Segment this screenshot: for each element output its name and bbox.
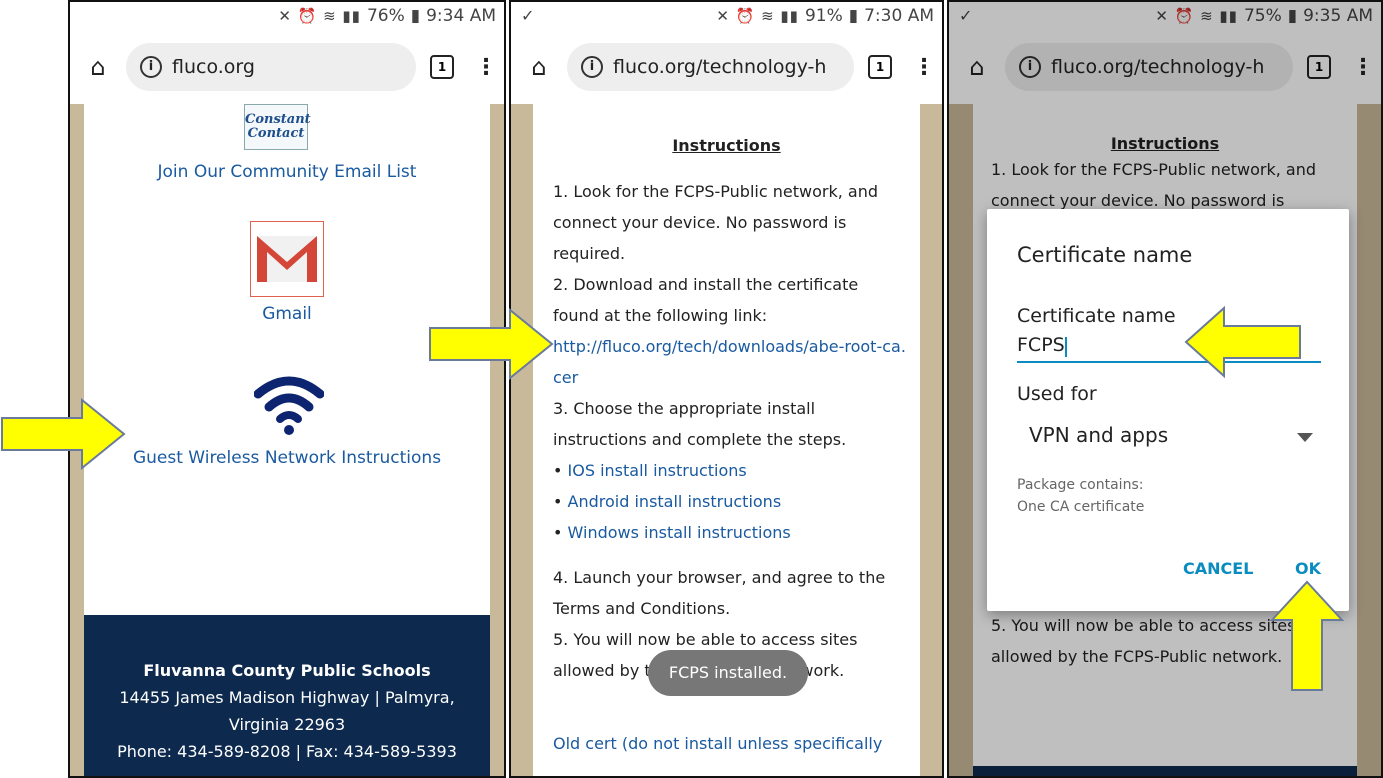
step-2: 2. Download and install the certificate … xyxy=(553,275,859,325)
arrow-left-icon xyxy=(1184,306,1301,378)
step-4: 4. Launch your browser, and agree to the… xyxy=(553,568,886,618)
old-cert-link[interactable]: Old cert (do not install unless specific… xyxy=(553,728,906,759)
arrow-up-icon xyxy=(1270,580,1344,691)
list-item: • IOS install instructions xyxy=(553,461,747,480)
url-text: fluco.org/technology-h xyxy=(613,56,827,78)
footer-address-line1: 14455 James Madison Highway | Palmyra, xyxy=(119,688,455,707)
overflow-menu-icon[interactable]: ⋮ xyxy=(468,55,504,80)
gmail-icon xyxy=(257,236,317,282)
arrow-right-icon xyxy=(429,308,554,380)
android-instructions-link[interactable]: Android install instructions xyxy=(568,492,782,511)
status-bar: ✕ ⏰ ≋ ▮▮ 76% ▮ 9:34 AM xyxy=(70,2,504,30)
text-cursor xyxy=(1064,336,1067,357)
phone-screenshot-1: ✕ ⏰ ≋ ▮▮ 76% ▮ 9:34 AM ⌂ i fluco.org 1 ⋮… xyxy=(68,0,506,778)
guest-wireless-link[interactable]: Guest Wireless Network Instructions xyxy=(84,448,490,468)
ios-instructions-link[interactable]: IOS install instructions xyxy=(568,461,747,480)
overflow-menu-icon[interactable]: ⋮ xyxy=(906,55,942,80)
address-bar[interactable]: i fluco.org/technology-h xyxy=(567,43,854,91)
status-bar: ✓ ✕ ⏰ ≋ ▮▮ 91% ▮ 7:30 AM xyxy=(511,2,942,30)
clock: 9:34 AM xyxy=(426,6,496,26)
list-item: • Android install instructions xyxy=(553,492,782,511)
address-bar[interactable]: i fluco.org xyxy=(126,43,416,91)
home-icon[interactable]: ⌂ xyxy=(70,53,126,81)
url-text: fluco.org xyxy=(172,56,255,78)
browser-toolbar: ⌂ i fluco.org 1 ⋮ xyxy=(70,30,504,104)
status-icons: ✕ ⏰ ≋ ▮▮ xyxy=(716,7,799,25)
battery-icon: ▮ xyxy=(848,6,859,26)
gmail-logo[interactable] xyxy=(250,221,324,297)
dialog-title: Certificate name xyxy=(1017,243,1193,267)
tab-switcher-button[interactable]: 1 xyxy=(854,55,906,79)
certificate-name-label: Certificate name xyxy=(1017,305,1176,327)
toast-message: FCPS installed. xyxy=(648,650,808,696)
web-page: Instructions 1. Look for the FCPS-Public… xyxy=(533,104,920,776)
phone-screenshot-2: ✓ ✕ ⏰ ≋ ▮▮ 91% ▮ 7:30 AM ⌂ i fluco.org/t… xyxy=(509,0,944,778)
step-1: 1. Look for the FCPS-Public network, and… xyxy=(553,182,878,263)
constant-contact-logo[interactable]: Constant Contact xyxy=(244,104,311,150)
status-icons: ✕ ⏰ ≋ ▮▮ xyxy=(278,7,361,25)
arrow-right-icon xyxy=(1,398,126,470)
clock: 7:30 AM xyxy=(864,6,934,26)
cancel-button[interactable]: CANCEL xyxy=(1183,559,1253,578)
tab-switcher-button[interactable]: 1 xyxy=(416,55,468,79)
info-icon[interactable]: i xyxy=(581,56,603,78)
certificate-name-dialog: Certificate name Certificate name FCPS U… xyxy=(987,209,1349,611)
web-page: Constant Contact Join Our Community Emai… xyxy=(84,104,490,776)
battery-icon: ▮ xyxy=(410,6,421,26)
used-for-label: Used for xyxy=(1017,383,1097,405)
step-3: 3. Choose the appropriate install instru… xyxy=(553,399,847,449)
footer-school-name: Fluvanna County Public Schools xyxy=(143,661,431,680)
browser-toolbar: ⌂ i fluco.org/technology-h 1 ⋮ xyxy=(511,30,942,104)
page-footer: Fluvanna County Public Schools 14455 Jam… xyxy=(84,615,490,776)
info-icon[interactable]: i xyxy=(140,56,162,78)
list-item: • Windows install instructions xyxy=(553,523,791,542)
used-for-select[interactable]: VPN and apps xyxy=(1017,421,1321,453)
footer-address-line2: Virginia 22963 xyxy=(228,715,346,734)
windows-instructions-link[interactable]: Windows install instructions xyxy=(568,523,791,542)
dropdown-arrow-icon xyxy=(1297,433,1313,442)
ok-button[interactable]: OK xyxy=(1295,559,1321,578)
wifi-icon[interactable] xyxy=(253,372,325,436)
package-contains-label: Package contains: xyxy=(1017,477,1144,493)
install-list: • IOS install instructions • Android ins… xyxy=(553,455,906,548)
footer-phone: Phone: 434-589-8208 | Fax: 434-589-5393 xyxy=(117,742,457,761)
instructions-heading: Instructions xyxy=(672,136,781,155)
home-icon[interactable]: ⌂ xyxy=(511,53,567,81)
email-list-link[interactable]: Join Our Community Email List xyxy=(84,162,490,182)
certificate-link[interactable]: http://fluco.org/tech/downloads/abe-root… xyxy=(553,331,906,393)
battery-level: 76% xyxy=(366,6,405,26)
battery-level: 91% xyxy=(804,6,843,26)
download-complete-icon: ✓ xyxy=(521,6,535,25)
package-contents: One CA certificate xyxy=(1017,499,1145,515)
